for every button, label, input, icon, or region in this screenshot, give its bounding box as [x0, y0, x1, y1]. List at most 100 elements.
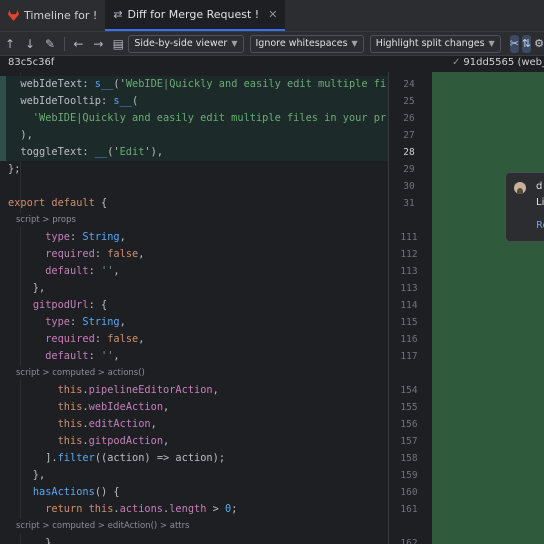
settings-icon[interactable]: ⚙	[534, 35, 544, 53]
code-line[interactable]: default: '',	[0, 348, 388, 365]
code-line[interactable]: export default {	[0, 195, 388, 212]
change-marker	[0, 382, 6, 399]
code-token: export default	[8, 197, 95, 209]
code-text: gitpodUrl: {	[8, 297, 107, 314]
change-marker	[0, 127, 6, 144]
edit-icon[interactable]: ✎	[40, 37, 60, 51]
breadcrumb[interactable]: script > props	[0, 213, 388, 227]
code-token: : {	[88, 299, 108, 311]
right-line-number	[460, 263, 484, 280]
code-token: ) => action);	[144, 452, 226, 464]
breadcrumb[interactable]: script > computed > editAction() > attrs	[0, 519, 388, 533]
breadcrumb[interactable]: script > computed > actions()	[0, 366, 388, 380]
code-token: String	[82, 231, 120, 243]
code-line[interactable]: this.webIdeAction,	[0, 399, 388, 416]
code-text: this.gitpodAction,	[8, 433, 170, 450]
code-token: '),	[144, 146, 164, 158]
right-revision: ✓ 91dd5565 (web_	[452, 57, 544, 68]
code-line[interactable]	[0, 178, 388, 195]
code-line[interactable]: },	[0, 467, 388, 484]
whitespace-select[interactable]: Ignore whitespaces ▼	[249, 34, 364, 53]
code-token: filter	[57, 452, 95, 464]
close-tab-icon[interactable]: ✕	[268, 8, 277, 21]
code-line[interactable]: webIdeTooltip: s__(	[0, 93, 388, 110]
change-marker	[0, 433, 6, 450]
right-line-number	[460, 331, 484, 348]
code-token: action	[107, 452, 145, 464]
code-token: webIdeAction	[88, 401, 164, 413]
code-text: },	[8, 535, 57, 544]
change-marker	[0, 280, 6, 297]
code-text: this.pipelineEditorAction,	[8, 382, 219, 399]
line-number: 115	[400, 317, 418, 328]
code-line[interactable]: };	[0, 161, 388, 178]
code-line[interactable]: ].filter((action) => action);	[0, 450, 388, 467]
code-token: String	[82, 316, 120, 328]
code-token: webIdeTooltip:	[8, 95, 114, 107]
chevron-down-icon: ▼	[351, 39, 358, 48]
right-line-number	[460, 280, 484, 297]
diff-window: Timeline for ! ⇄ Diff for Merge Request …	[0, 0, 544, 544]
code-token: :	[70, 316, 83, 328]
code-line[interactable]: this.pipelineEditorAction,	[0, 382, 388, 399]
file-icon[interactable]: ▤	[108, 37, 128, 51]
right-line-number	[460, 93, 484, 110]
code-token: ''	[101, 350, 114, 362]
line-number: 159	[400, 470, 418, 481]
code-line[interactable]: required: false,	[0, 246, 388, 263]
code-token: ,	[138, 248, 145, 260]
line-number: 154	[400, 385, 418, 396]
highlight-select[interactable]: Highlight split changes ▼	[369, 34, 501, 53]
code-line[interactable]: required: false,	[0, 331, 388, 348]
code-text: 'WebIDE|Quickly and easily edit multiple…	[8, 110, 386, 127]
code-text: },	[8, 280, 45, 297]
change-marker	[0, 263, 6, 280]
code-line[interactable]: type: String,	[0, 229, 388, 246]
popup-reply-link[interactable]: Re	[536, 220, 544, 231]
code-line[interactable]: hasActions() {	[0, 484, 388, 501]
line-number: 157	[400, 436, 418, 447]
viewer-select[interactable]: Side-by-side viewer ▼	[128, 34, 244, 53]
code-line[interactable]: return this.actions.length > 0;	[0, 501, 388, 518]
line-number: 28	[403, 147, 415, 158]
chevron-down-icon: ▼	[231, 39, 238, 48]
code-line[interactable]: ),	[0, 127, 388, 144]
change-marker	[0, 297, 6, 314]
collapse-unchanged-icon[interactable]: ✂	[509, 34, 519, 53]
code-text: toggleText: __('Edit'),	[8, 144, 163, 161]
code-token: default	[45, 350, 89, 362]
change-marker	[0, 229, 6, 246]
line-number: 116	[400, 334, 418, 345]
code-line[interactable]: default: '',	[0, 263, 388, 280]
code-line[interactable]: toggleText: __('Edit'),	[0, 144, 388, 161]
code-line[interactable]: },	[0, 535, 388, 544]
code-line[interactable]: this.gitpodAction,	[0, 433, 388, 450]
code-line[interactable]: },	[0, 280, 388, 297]
code-text: ),	[8, 127, 32, 144]
code-token: ].	[8, 452, 58, 464]
code-token: ('	[113, 78, 126, 90]
tab-diff[interactable]: ⇄ Diff for Merge Request ! ✕	[105, 0, 286, 31]
right-editor[interactable]	[432, 72, 544, 544]
popup-text: Li	[536, 197, 544, 208]
arrow-up-icon[interactable]: ↑	[0, 37, 20, 51]
sync-scroll-icon[interactable]: ⇅	[521, 34, 532, 53]
comment-popup[interactable]: d Li Re	[505, 172, 544, 242]
arrow-left-icon[interactable]: ←	[68, 37, 88, 51]
arrow-down-icon[interactable]: ↓	[20, 37, 40, 51]
code-line[interactable]: gitpodUrl: {	[0, 297, 388, 314]
change-marker	[0, 195, 6, 212]
code-line[interactable]: type: String,	[0, 314, 388, 331]
left-editor[interactable]: webIdeText: s__('WebIDE|Quickly and easi…	[0, 72, 388, 544]
change-marker	[0, 331, 6, 348]
code-line[interactable]: 'WebIDE|Quickly and easily edit multiple…	[0, 110, 388, 127]
tab-timeline[interactable]: Timeline for !	[0, 0, 105, 31]
right-line-number	[460, 195, 484, 212]
code-line[interactable]: this.editAction,	[0, 416, 388, 433]
code-line[interactable]: webIdeText: s__('WebIDE|Quickly and easi…	[0, 76, 388, 93]
right-line-number	[460, 382, 484, 399]
arrow-right-icon[interactable]: →	[88, 37, 108, 51]
